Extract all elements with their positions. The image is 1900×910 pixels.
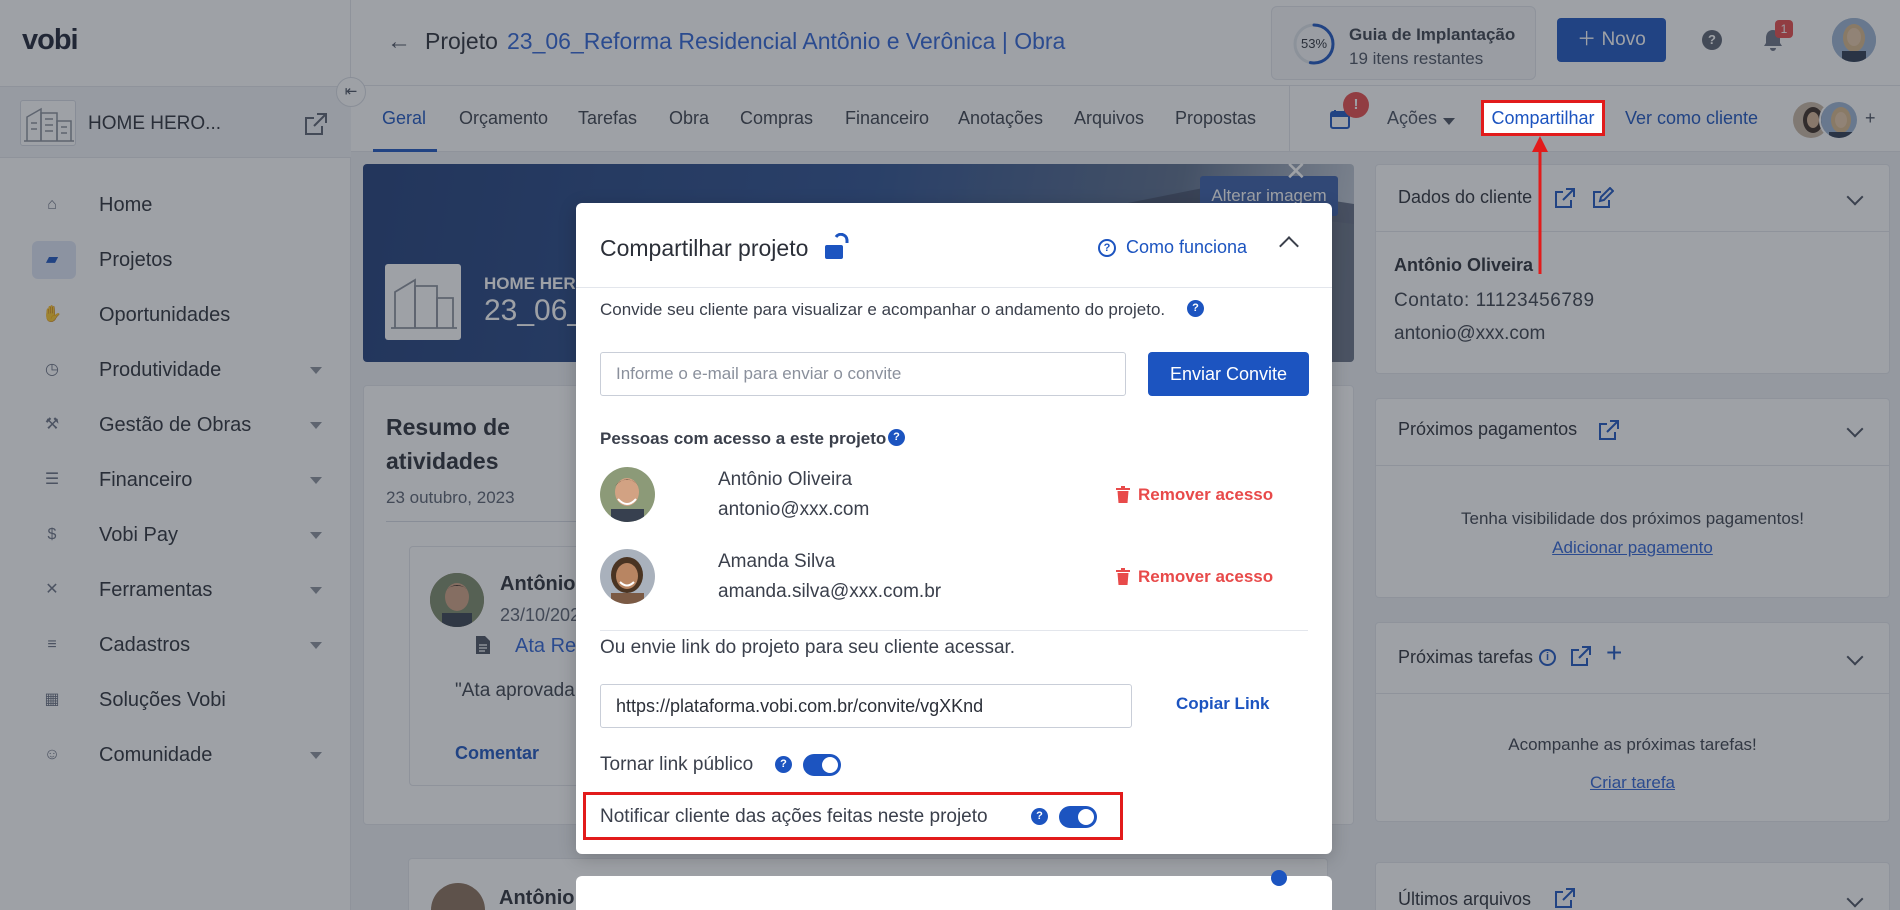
link-description: Ou envie link do projeto para seu client… [600,637,1016,658]
people-with-access-title: Pessoas com acesso a este projeto [600,429,887,448]
project-link-field[interactable] [600,684,1132,728]
chevron-up-icon[interactable] [1279,236,1299,256]
modal-header-divider [576,287,1332,288]
invite-email-input[interactable] [600,352,1126,396]
trash-icon[interactable] [1116,486,1130,503]
remove-access-button[interactable]: Remover acesso [1138,485,1273,505]
send-invite-button[interactable]: Enviar Convite [1148,352,1309,396]
person-email: amanda.silva@xxx.com.br [718,581,942,602]
public-link-label: Tornar link público [600,754,754,775]
person-avatar [600,549,655,604]
copy-link-button[interactable]: Copiar Link [1176,694,1270,714]
toggle-knob [1078,809,1094,825]
share-button-highlight[interactable]: Compartilhar [1481,100,1605,136]
person-name: Amanda Silva [718,551,836,572]
unlock-icon [823,232,849,261]
modal-title: Compartilhar projeto [600,235,809,261]
person-name: Antônio Oliveira [718,469,853,490]
how-it-works-link[interactable]: Como funciona [1126,237,1247,258]
secondary-modal-panel [576,876,1332,910]
section-divider [600,630,1308,631]
help-icon[interactable]: ? [888,429,905,446]
notify-client-label: Notificar cliente das ações feitas neste… [600,806,988,827]
help-icon[interactable]: ? [1187,300,1204,317]
person-avatar [600,467,655,522]
notify-client-toggle[interactable] [1059,806,1097,828]
scroll-indicator-icon[interactable] [1271,870,1287,886]
person-email: antonio@xxx.com [718,499,870,520]
share-project-modal: Compartilhar projeto ? Como funciona Con… [576,203,1332,854]
trash-icon[interactable] [1116,568,1130,585]
public-link-toggle[interactable] [803,754,841,776]
toggle-knob [822,757,838,773]
invite-description: Convide seu cliente para visualizar e ac… [600,300,1166,319]
help-icon[interactable]: ? [1031,808,1048,825]
question-icon: ? [1098,239,1116,257]
remove-access-button[interactable]: Remover acesso [1138,567,1273,587]
help-icon[interactable]: ? [775,756,792,773]
annotation-arrow [1532,136,1548,274]
